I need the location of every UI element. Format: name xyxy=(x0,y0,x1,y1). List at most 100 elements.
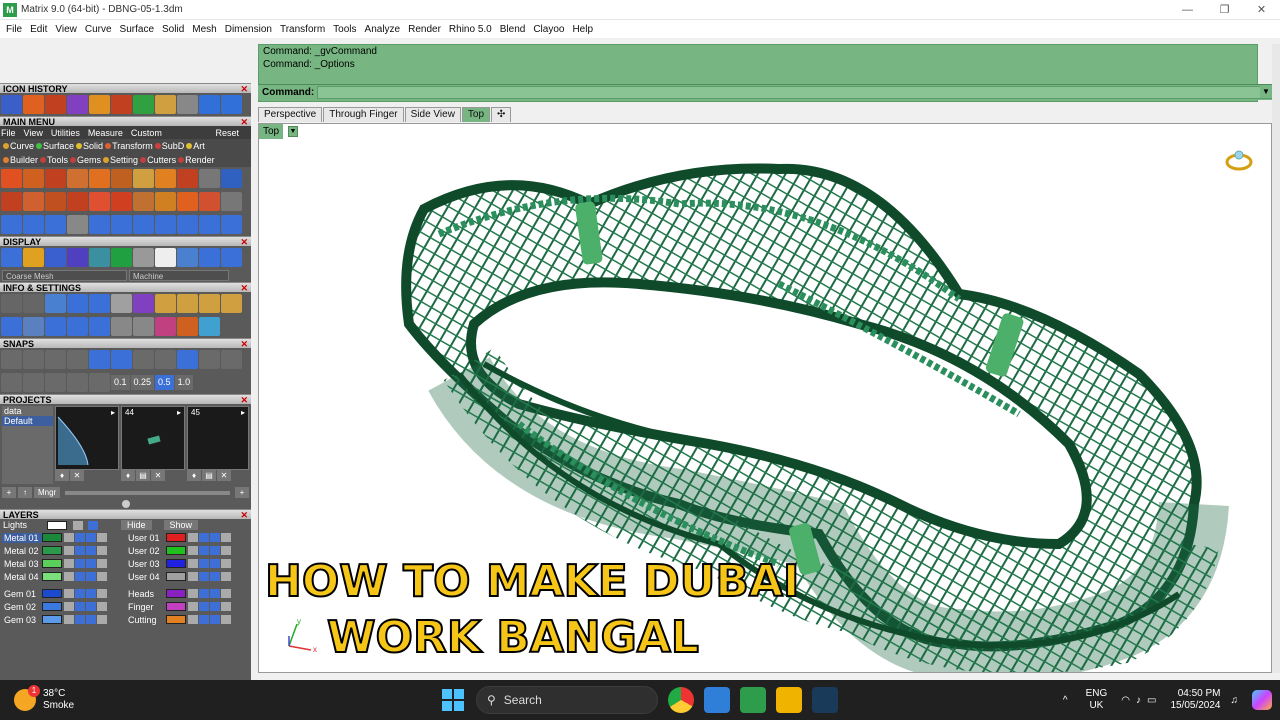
lights-visibility[interactable] xyxy=(88,520,98,530)
layer-color-swatch[interactable] xyxy=(166,533,186,542)
layer-name[interactable]: Gem 01 xyxy=(2,589,42,599)
submenu-measure[interactable]: Measure xyxy=(88,128,123,138)
layer-toggle[interactable] xyxy=(64,572,74,581)
layer-toggle[interactable] xyxy=(86,559,96,568)
manager-button[interactable]: Mngr xyxy=(34,487,61,498)
command-input[interactable] xyxy=(317,86,1272,99)
snap-icon[interactable] xyxy=(111,350,132,369)
info-tool-icon[interactable] xyxy=(23,317,44,336)
category-transform[interactable]: Transform xyxy=(105,141,153,151)
layer-toggle[interactable] xyxy=(221,546,231,555)
layer-toggle[interactable] xyxy=(221,615,231,624)
transform-tool-icon[interactable] xyxy=(155,215,176,234)
history-tool-icon[interactable] xyxy=(221,95,242,114)
terminal-icon[interactable] xyxy=(812,687,838,713)
tool-icon[interactable] xyxy=(199,169,220,188)
minimize-button[interactable]: — xyxy=(1169,0,1206,20)
layer-row[interactable]: User 03 xyxy=(126,557,244,570)
menu-transform[interactable]: Transform xyxy=(276,24,329,35)
tool-icon[interactable] xyxy=(67,169,88,188)
layer-toggle[interactable] xyxy=(97,546,107,555)
menu-clayoo[interactable]: Clayoo xyxy=(529,24,568,35)
menu-render[interactable]: Render xyxy=(404,24,445,35)
history-tool-icon[interactable] xyxy=(89,95,110,114)
tab-add[interactable]: ✣ xyxy=(491,107,512,122)
snap-option-icon[interactable] xyxy=(45,373,66,392)
layer-row[interactable]: Cutting xyxy=(126,613,244,626)
category-tools[interactable]: Tools xyxy=(40,155,68,165)
layer-color-swatch[interactable] xyxy=(166,589,186,598)
tool-icon[interactable] xyxy=(1,192,22,211)
display-mode-icon[interactable] xyxy=(221,248,242,267)
snap-icon[interactable] xyxy=(45,350,66,369)
category-subd[interactable]: SubD xyxy=(154,141,184,151)
layer-toggle[interactable] xyxy=(199,589,209,598)
layer-name[interactable]: Gem 03 xyxy=(2,615,42,625)
tool-icon[interactable] xyxy=(67,192,88,211)
tool-icon[interactable] xyxy=(89,192,110,211)
layer-name[interactable]: Metal 02 xyxy=(2,546,42,556)
layer-toggle[interactable] xyxy=(199,602,209,611)
layer-name[interactable]: Metal 04 xyxy=(2,572,42,582)
wifi-icon[interactable]: ◠ xyxy=(1121,695,1130,706)
layer-toggle[interactable] xyxy=(188,615,198,624)
layer-row[interactable]: Metal 03 xyxy=(2,557,120,570)
info-tool-icon[interactable] xyxy=(133,294,154,313)
menu-curve[interactable]: Curve xyxy=(81,24,116,35)
layer-toggle[interactable] xyxy=(86,615,96,624)
layer-name[interactable]: Metal 03 xyxy=(2,559,42,569)
layer-toggle[interactable] xyxy=(64,533,74,542)
snap-option-icon[interactable] xyxy=(23,373,44,392)
layer-color-swatch[interactable] xyxy=(42,589,62,598)
layer-toggle[interactable] xyxy=(221,533,231,542)
snap-icon[interactable] xyxy=(199,350,220,369)
snap-icon[interactable] xyxy=(67,350,88,369)
category-solid[interactable]: Solid xyxy=(76,141,103,151)
layer-toggle[interactable] xyxy=(221,572,231,581)
info-tool-icon[interactable] xyxy=(1,294,22,313)
layer-toggle[interactable] xyxy=(199,559,209,568)
up-button[interactable]: ↑ xyxy=(18,487,32,498)
snap-value[interactable]: 1.0 xyxy=(174,375,194,390)
layer-toggle[interactable] xyxy=(188,546,198,555)
info-tool-icon[interactable] xyxy=(133,317,154,336)
layer-toggle[interactable] xyxy=(64,559,74,568)
tool-icon[interactable] xyxy=(1,169,22,188)
layer-row[interactable]: Gem 02 xyxy=(2,600,120,613)
project-item[interactable]: data xyxy=(2,406,53,416)
submenu-view[interactable]: View xyxy=(24,128,43,138)
show-button[interactable]: Show xyxy=(163,520,199,530)
category-builder[interactable]: Builder xyxy=(3,155,38,165)
clock[interactable]: 04:50 PM 15/05/2024 xyxy=(1170,688,1220,712)
layer-toggle[interactable] xyxy=(188,589,198,598)
menu-rhino[interactable]: Rhino 5.0 xyxy=(445,24,496,35)
transform-tool-icon[interactable] xyxy=(221,215,242,234)
battery-icon[interactable]: ▭ xyxy=(1147,695,1156,706)
info-tool-icon[interactable] xyxy=(1,317,22,336)
transform-tool-icon[interactable] xyxy=(177,215,198,234)
layer-row[interactable]: Metal 01 xyxy=(2,531,120,544)
info-tool-icon[interactable] xyxy=(177,317,198,336)
snap-icon[interactable] xyxy=(155,350,176,369)
layer-color-swatch[interactable] xyxy=(166,615,186,624)
info-tool-icon[interactable] xyxy=(67,317,88,336)
info-tool-icon[interactable] xyxy=(67,294,88,313)
layer-toggle[interactable] xyxy=(64,615,74,624)
snap-value[interactable]: 0.25 xyxy=(130,375,155,390)
info-tool-icon[interactable] xyxy=(177,294,198,313)
tool-icon[interactable] xyxy=(155,169,176,188)
layer-toggle[interactable] xyxy=(86,533,96,542)
layer-name[interactable]: User 02 xyxy=(126,546,166,556)
layer-toggle[interactable] xyxy=(210,533,220,542)
info-tool-icon[interactable] xyxy=(89,317,110,336)
weather-widget[interactable]: 1 38°C Smoke xyxy=(14,685,74,712)
layer-row[interactable]: Heads xyxy=(126,587,244,600)
snap-icon[interactable] xyxy=(133,350,154,369)
tool-icon[interactable] xyxy=(89,169,110,188)
layer-name[interactable]: User 03 xyxy=(126,559,166,569)
layer-toggle[interactable] xyxy=(97,533,107,542)
layer-toggle[interactable] xyxy=(199,533,209,542)
history-tool-icon[interactable] xyxy=(111,95,132,114)
add-project-button[interactable]: + xyxy=(2,487,16,498)
info-tool-icon[interactable] xyxy=(199,317,220,336)
